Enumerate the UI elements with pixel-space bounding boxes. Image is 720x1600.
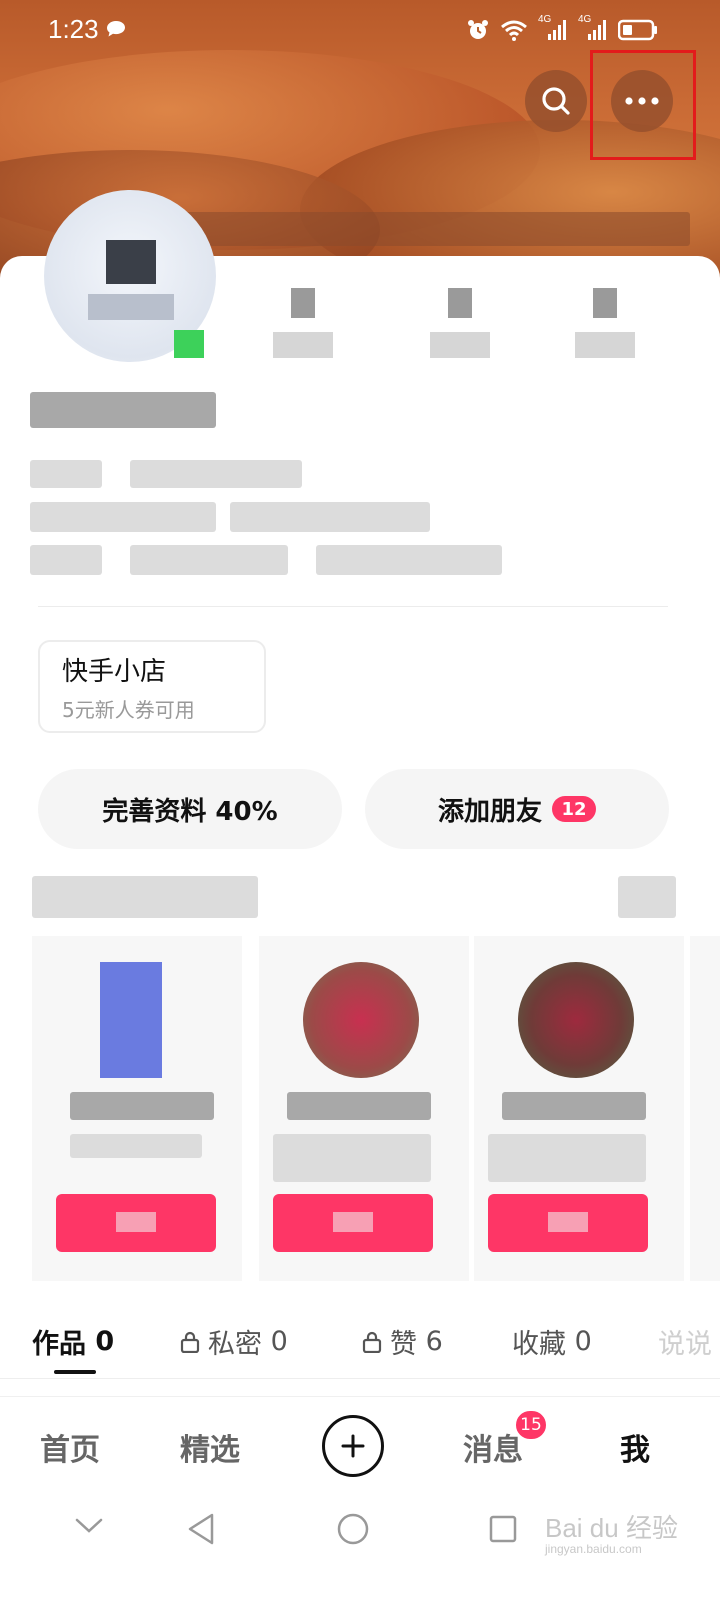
tab-count: 0: [270, 1326, 288, 1357]
buy-button[interactable]: [56, 1194, 216, 1252]
avatar-blur: [88, 294, 174, 320]
add-friends-button[interactable]: 添加朋友 12: [365, 769, 669, 849]
avatar-blur: [106, 240, 156, 284]
back-icon[interactable]: [186, 1512, 216, 1546]
baidu-jingyan-watermark: Bai du 经验 jingyan.baidu.com: [545, 1506, 705, 1560]
product-card[interactable]: [474, 936, 684, 1281]
blurred-profile-text: [30, 545, 102, 575]
product-card[interactable]: [259, 936, 469, 1281]
watermark-subtext: jingyan.baidu.com: [545, 1542, 642, 1556]
buy-button[interactable]: [273, 1194, 433, 1252]
product-image: [303, 962, 419, 1078]
tab-likes[interactable]: 赞 6: [362, 1322, 443, 1361]
tab-private[interactable]: 私密 0: [180, 1322, 288, 1361]
stat-label-blur: [575, 332, 635, 358]
bottom-navigation: 首页 精选 消息 15 我: [0, 1396, 720, 1496]
product-image: [100, 962, 162, 1078]
blurred-profile-text: [316, 545, 502, 575]
blurred-profile-text: [30, 460, 102, 488]
wifi-icon: [501, 20, 527, 41]
lock-icon: [362, 1331, 382, 1353]
chevron-down-icon[interactable]: [74, 1516, 104, 1536]
tab-count: 6: [425, 1326, 443, 1357]
cellular-signal-icon: 4G: [578, 14, 608, 42]
battery-icon: [618, 19, 657, 41]
blurred-section-link[interactable]: [618, 876, 676, 918]
profile-tabs: 作品 0 私密 0 赞 6 收藏 0 说说: [0, 1310, 720, 1376]
chat-notification-icon: [107, 21, 125, 37]
nav-home[interactable]: 首页: [40, 1425, 100, 1469]
blurred-buy-label: [548, 1212, 588, 1232]
home-circle-icon[interactable]: [336, 1512, 370, 1546]
blurred-product-name: [287, 1092, 431, 1120]
watermark-text: Bai du 经验: [545, 1513, 678, 1543]
search-button[interactable]: [525, 70, 587, 132]
product-card[interactable]: [690, 936, 720, 1281]
profile-stat[interactable]: [430, 274, 490, 360]
add-friends-label: 添加朋友: [437, 796, 542, 827]
section-divider: [38, 606, 668, 607]
complete-profile-button[interactable]: 完善资料 40%: [38, 769, 342, 849]
blurred-product-name: [70, 1092, 214, 1120]
blurred-profile-text: [130, 545, 288, 575]
blurred-buy-label: [116, 1212, 156, 1232]
tab-works[interactable]: 作品 0: [32, 1322, 114, 1361]
tabs-divider: [0, 1378, 720, 1379]
online-status-indicator: [174, 330, 204, 358]
stat-value-blur: [593, 288, 617, 318]
tab-moments[interactable]: 说说: [658, 1322, 720, 1361]
nav-me[interactable]: 我: [620, 1425, 650, 1469]
annotation-highlight-box: [590, 50, 696, 160]
product-card[interactable]: [32, 936, 242, 1281]
plus-icon: [341, 1434, 365, 1458]
stat-label-blur: [430, 332, 490, 358]
tab-label: 赞: [390, 1329, 417, 1360]
blurred-product-name: [502, 1092, 646, 1120]
tab-label: 说说: [658, 1329, 712, 1360]
blurred-header-text: [170, 212, 690, 246]
stat-label-blur: [273, 332, 333, 358]
buy-button[interactable]: [488, 1194, 648, 1252]
create-post-button[interactable]: [322, 1415, 384, 1477]
profile-stat[interactable]: [575, 274, 635, 360]
blurred-product-desc: [488, 1134, 646, 1182]
blurred-buy-label: [333, 1212, 373, 1232]
search-icon: [542, 87, 570, 115]
stat-value-blur: [291, 288, 315, 318]
alarm-icon: [468, 20, 488, 39]
messages-badge: 15: [514, 1409, 548, 1441]
blurred-section-title: [32, 876, 258, 918]
blurred-product-desc: [70, 1134, 202, 1158]
blurred-username: [30, 392, 216, 428]
product-image: [518, 962, 634, 1078]
blurred-profile-text: [130, 460, 302, 488]
tab-label: 作品: [32, 1329, 86, 1360]
nav-featured[interactable]: 精选: [180, 1425, 240, 1469]
kuaishou-shop-card[interactable]: 快手小店 5元新人券可用: [38, 640, 266, 733]
blurred-profile-text: [30, 502, 216, 532]
tab-favorites[interactable]: 收藏 0: [512, 1322, 592, 1361]
tab-count: 0: [574, 1326, 592, 1357]
blurred-product-desc: [273, 1134, 431, 1182]
nav-messages[interactable]: 消息: [463, 1425, 523, 1469]
blurred-profile-text: [230, 502, 430, 532]
cellular-signal-icon: 4G: [538, 14, 568, 42]
status-time: 1:23: [48, 14, 99, 44]
tab-label: 收藏: [512, 1329, 566, 1360]
profile-stat[interactable]: [273, 274, 333, 360]
stat-value-blur: [448, 288, 472, 318]
tab-label: 私密: [208, 1329, 262, 1360]
shop-subtitle: 5元新人券可用: [62, 698, 195, 722]
add-friends-badge: 12: [552, 796, 596, 822]
complete-profile-label: 完善资料 40%: [102, 796, 278, 827]
lock-icon: [180, 1331, 200, 1353]
active-tab-indicator: [54, 1370, 96, 1374]
tab-count: 0: [95, 1326, 115, 1357]
recent-apps-icon[interactable]: [488, 1514, 518, 1544]
shop-title: 快手小店: [62, 657, 167, 687]
